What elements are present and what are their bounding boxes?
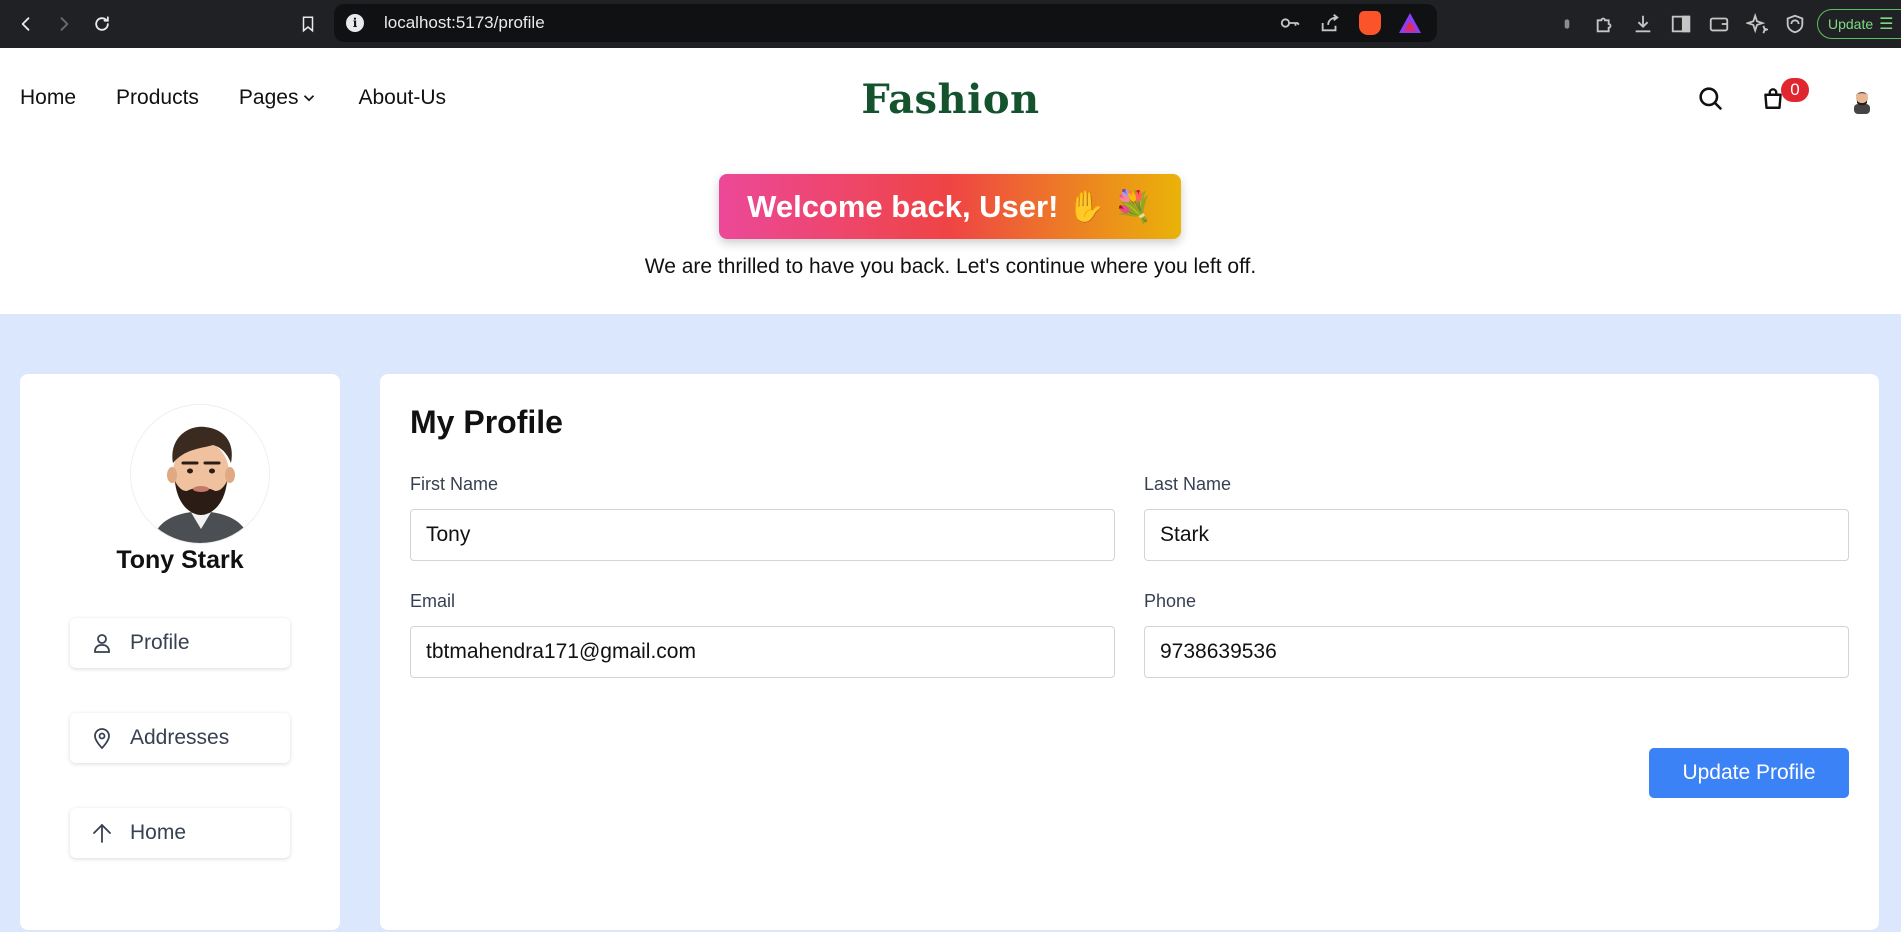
site-info-icon[interactable]: i (346, 14, 364, 32)
page-title: My Profile (410, 404, 563, 440)
wallet-icon[interactable] (1708, 13, 1730, 35)
welcome-title: Welcome back, User! ✋ 💐 (747, 189, 1153, 224)
profile-avatar (130, 404, 270, 544)
browser-update-label: Update (1828, 16, 1874, 32)
map-pin-icon (94, 728, 110, 750)
brave-shield-icon[interactable] (1359, 11, 1381, 35)
key-icon[interactable] (1279, 12, 1301, 34)
sidebar-item-profile[interactable]: Profile (70, 618, 290, 668)
vpn-shield-icon[interactable] (1784, 13, 1806, 35)
back-icon[interactable] (8, 6, 44, 42)
first-name-label: First Name (410, 474, 499, 494)
url-text[interactable]: localhost:5173/profile (384, 13, 545, 33)
cart-count-badge: 0 (1781, 78, 1809, 102)
first-name-field[interactable] (410, 509, 1115, 561)
search-icon[interactable] (1696, 84, 1724, 112)
user-avatar-icon[interactable] (1848, 86, 1876, 114)
sidebar-item-home-label: Home (130, 821, 187, 844)
bookmark-icon[interactable] (294, 10, 322, 38)
sidebar-item-profile-label: Profile (130, 631, 190, 654)
profile-sidebar: Tony Stark Profile Addresses Home (20, 374, 340, 930)
profile-form-card: My Profile First Name Last Name Email Ph… (380, 374, 1879, 930)
last-name-field[interactable] (1144, 509, 1849, 561)
phone-label: Phone (1144, 591, 1197, 611)
leo-icon[interactable] (1556, 13, 1578, 35)
extensions-icon[interactable] (1594, 13, 1616, 35)
email-label: Email (410, 591, 456, 611)
forward-icon[interactable] (46, 6, 82, 42)
share-icon[interactable] (1319, 12, 1341, 34)
welcome-banner: Welcome back, User! ✋ 💐 (719, 174, 1181, 239)
sidebar-item-addresses-label: Addresses (130, 726, 230, 749)
browser-update-button[interactable]: Update ☰ (1817, 9, 1901, 39)
sidebar-item-home[interactable]: Home (70, 808, 290, 858)
browser-toolbar: i localhost:5173/profile Update ☰ (0, 0, 1901, 48)
phone-field[interactable] (1144, 626, 1849, 678)
site-header: Home Products Pages About-Us Fashion 0 (0, 48, 1901, 150)
sidebar-item-addresses[interactable]: Addresses (70, 713, 290, 763)
sidebar-toggle-icon[interactable] (1670, 13, 1692, 35)
ai-sparkle-icon[interactable] (1746, 13, 1768, 35)
address-bar[interactable]: i localhost:5173/profile (334, 4, 1437, 42)
email-field[interactable] (410, 626, 1115, 678)
avatar-illustration (131, 405, 269, 543)
profile-user-name: Tony Stark (116, 546, 244, 574)
reload-icon[interactable] (84, 6, 120, 42)
welcome-subtitle: We are thrilled to have you back. Let's … (644, 255, 1257, 278)
arrow-up-icon (93, 824, 111, 843)
user-icon (94, 634, 110, 653)
menu-icon: ☰ (1879, 16, 1894, 33)
last-name-label: Last Name (1144, 474, 1232, 494)
download-icon[interactable] (1632, 13, 1654, 35)
update-profile-button[interactable]: Update Profile (1649, 748, 1849, 798)
brave-rewards-icon[interactable] (1399, 12, 1421, 34)
